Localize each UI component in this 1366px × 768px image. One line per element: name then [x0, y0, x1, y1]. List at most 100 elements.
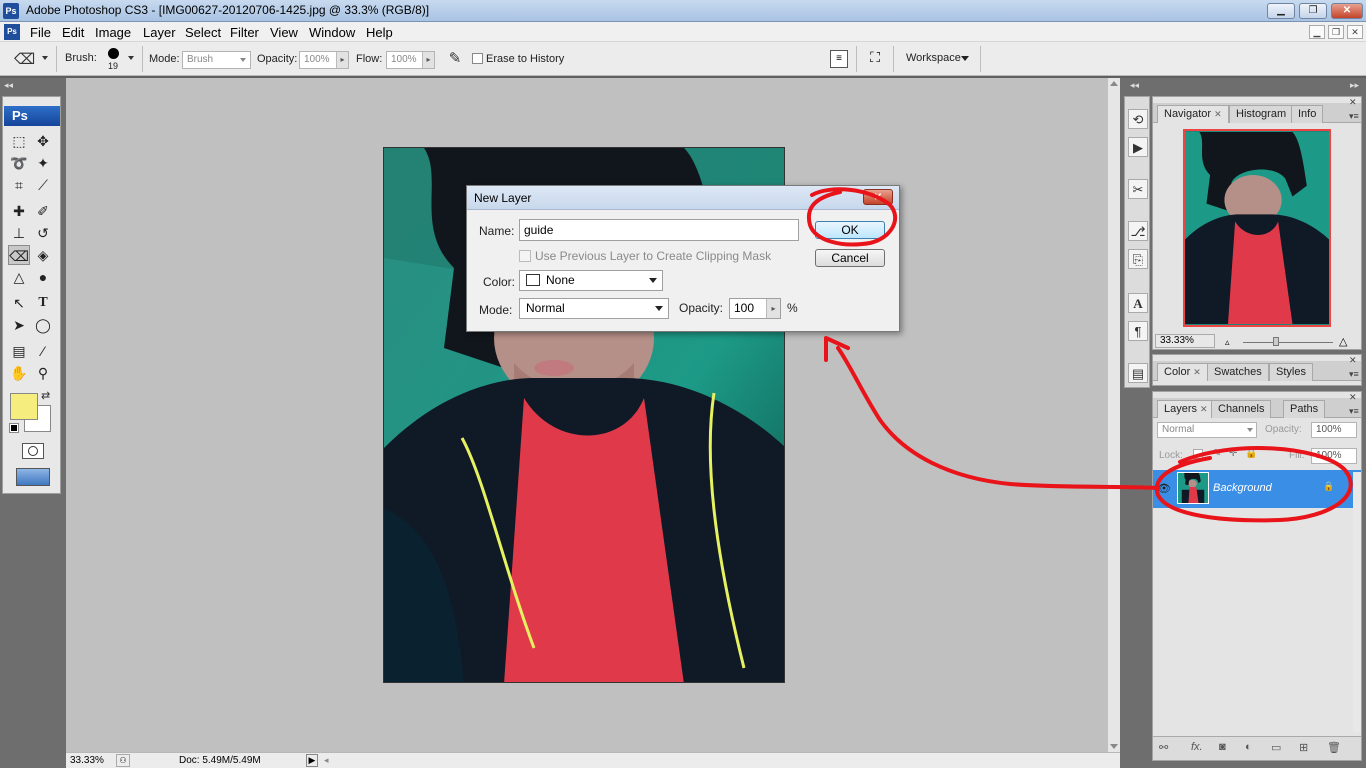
marquee-tool-icon[interactable]: ⬚	[8, 131, 30, 151]
layer-style-icon[interactable]: fx.	[1191, 741, 1203, 753]
history-panel-icon[interactable]: ⟲	[1128, 109, 1148, 129]
hscroll-left-icon[interactable]: ◂	[324, 755, 329, 766]
brushes-panel-icon[interactable]: ⎇	[1128, 221, 1148, 241]
color-panel-menu-icon[interactable]: ▾≡	[1349, 369, 1359, 380]
eyedropper-tool-icon[interactable]: ⁄	[32, 341, 54, 361]
history-brush-tool-icon[interactable]: ↺	[32, 223, 54, 243]
swap-colors-icon[interactable]: ⇄	[41, 389, 50, 402]
quick-mask-icon[interactable]	[22, 443, 44, 459]
screen-mode-icon[interactable]	[16, 468, 50, 486]
delete-layer-icon[interactable]: 🗑	[1327, 741, 1341, 754]
link-layers-icon[interactable]: ⚯	[1159, 741, 1168, 754]
add-mask-icon[interactable]: ◙	[1219, 741, 1226, 753]
layers-scrollbar[interactable]	[1353, 472, 1361, 732]
close-button[interactable]: ✕	[1331, 3, 1363, 19]
new-layer-icon[interactable]: ⊞	[1299, 741, 1308, 754]
clone-source-panel-icon[interactable]: ⎘	[1128, 249, 1148, 269]
maximize-button[interactable]: ❐	[1299, 3, 1327, 19]
collapse-toolbox-icon[interactable]: ◂◂	[4, 80, 13, 91]
color-panel-close-icon[interactable]: ✕	[1349, 355, 1357, 366]
menu-layer[interactable]: Layer	[143, 25, 176, 40]
menu-edit[interactable]: Edit	[62, 25, 84, 40]
eraser-tool-icon[interactable]: ⌫	[8, 245, 30, 265]
layer-row-background[interactable]: 👁 Background 🔒	[1153, 470, 1361, 508]
clone-stamp-tool-icon[interactable]: ⊥	[8, 223, 30, 243]
menu-select[interactable]: Select	[185, 25, 221, 40]
character-panel-icon[interactable]: A	[1128, 293, 1148, 313]
tab-channels[interactable]: Channels	[1211, 400, 1272, 418]
foreground-color-swatch[interactable]	[10, 393, 38, 420]
ellipse-tool-icon[interactable]: ◯	[32, 315, 54, 335]
palette-well-icon[interactable]: ≡	[830, 50, 848, 68]
menu-file[interactable]: File	[30, 25, 51, 40]
move-tool-icon[interactable]: ✥	[32, 131, 54, 151]
layer-comps-panel-icon[interactable]: ▤	[1128, 363, 1148, 383]
healing-brush-tool-icon[interactable]: ✚	[8, 201, 30, 221]
eraser-tool-preset-icon[interactable]: ⌫	[14, 50, 38, 68]
layer-visibility-eye-icon[interactable]: 👁	[1157, 482, 1171, 495]
minimize-button[interactable]: ▁	[1267, 3, 1295, 19]
vertical-scrollbar[interactable]	[1108, 78, 1120, 752]
menu-filter[interactable]: Filter	[230, 25, 259, 40]
hand-tool-icon[interactable]: ✋	[8, 363, 30, 383]
document-icon[interactable]: Ps	[4, 24, 20, 40]
default-colors-icon[interactable]	[9, 423, 19, 433]
clipping-mask-checkbox[interactable]	[519, 250, 531, 262]
layers-panel-menu-icon[interactable]: ▾≡	[1349, 406, 1359, 417]
adjustment-layer-icon[interactable]: ◐	[1245, 741, 1252, 753]
actions-panel-icon[interactable]: ▶	[1128, 137, 1148, 157]
tab-paths[interactable]: Paths	[1283, 400, 1326, 418]
status-menu-arrow-icon[interactable]: ▶	[306, 754, 318, 767]
menu-help[interactable]: Help	[366, 25, 393, 40]
color-select[interactable]: None	[519, 270, 663, 291]
erase-to-history-checkbox[interactable]	[472, 53, 483, 64]
fill-field[interactable]: 100%	[1311, 448, 1357, 464]
doc-restore-button[interactable]: ❐	[1328, 25, 1344, 39]
navigator-menu-icon[interactable]: ▾≡	[1349, 111, 1359, 122]
opacity-field[interactable]: 100% ▸	[299, 51, 349, 69]
ok-button[interactable]: OK	[815, 221, 885, 239]
navigator-thumbnail[interactable]	[1183, 129, 1331, 327]
tool-presets-panel-icon[interactable]: ✂	[1128, 179, 1148, 199]
zoom-slider-thumb[interactable]	[1273, 337, 1279, 346]
doc-close-button[interactable]: ✕	[1347, 25, 1363, 39]
type-tool-icon[interactable]: T	[32, 293, 54, 313]
tab-histogram[interactable]: Histogram	[1229, 105, 1294, 123]
workspace-button[interactable]: Workspace	[906, 52, 961, 64]
preset-caret-icon[interactable]	[42, 56, 48, 60]
workspace-caret-icon[interactable]	[961, 56, 969, 61]
layer-name[interactable]: Background	[1213, 482, 1272, 494]
mode-select-dialog[interactable]: Normal	[519, 298, 669, 319]
menu-window[interactable]: Window	[309, 25, 355, 40]
lasso-tool-icon[interactable]: ➰	[8, 153, 30, 173]
zoom-in-icon[interactable]: △	[1339, 335, 1347, 348]
tab-layers[interactable]: Layers ✕	[1157, 400, 1215, 418]
status-icon[interactable]: ⚇	[116, 754, 130, 767]
lock-position-icon[interactable]: ✛	[1229, 448, 1237, 459]
cancel-button[interactable]: Cancel	[815, 249, 885, 267]
zoom-slider[interactable]	[1243, 342, 1333, 343]
brush-picker-caret-icon[interactable]	[128, 56, 134, 60]
lock-all-icon[interactable]: 🔒	[1245, 448, 1257, 459]
tab-styles[interactable]: Styles	[1269, 363, 1313, 381]
pen-tool-icon[interactable]: ➤	[8, 315, 30, 335]
dialog-close-button[interactable]: ✕	[863, 189, 893, 205]
new-group-icon[interactable]: ▭	[1271, 741, 1281, 754]
expand-dock-icon[interactable]: ▸▸	[1350, 80, 1359, 91]
zoom-out-icon[interactable]: ▵	[1225, 337, 1230, 348]
dodge-tool-icon[interactable]: ●	[32, 267, 54, 287]
brush-preview-icon[interactable]	[108, 48, 119, 59]
lock-image-icon[interactable]: ✎	[1213, 448, 1221, 459]
notes-tool-icon[interactable]: ▤	[8, 341, 30, 361]
tab-navigator[interactable]: Navigator ✕	[1157, 105, 1229, 123]
layers-opacity-field[interactable]: 100%	[1311, 422, 1357, 438]
navigator-zoom[interactable]: 33.33%	[1155, 334, 1215, 348]
path-selection-tool-icon[interactable]: ↖	[8, 293, 30, 313]
flow-field[interactable]: 100% ▸	[386, 51, 435, 69]
lock-transparent-icon[interactable]	[1193, 449, 1203, 459]
airbrush-icon[interactable]: ✎	[444, 49, 466, 69]
mode-select[interactable]: Brush	[182, 51, 251, 69]
tab-color[interactable]: Color ✕	[1157, 363, 1208, 381]
paint-bucket-tool-icon[interactable]: ◈	[32, 245, 54, 265]
menu-image[interactable]: Image	[95, 25, 131, 40]
